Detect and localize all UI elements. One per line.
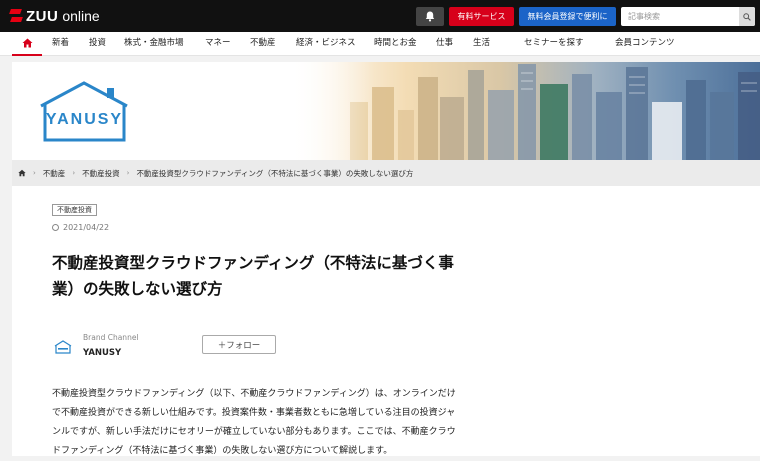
search-button[interactable] (739, 7, 755, 26)
nav-item-work[interactable]: 仕事 (436, 32, 453, 55)
article-lead: 不動産投資型クラウドファンディング（以下、不動産クラウドファンディング）は、オン… (52, 385, 530, 461)
logo-sub-text: online (62, 8, 100, 24)
article-lead-line: 不動産投資型クラウドファンディング（以下、不動産クラウドファンディング）は、オン… (52, 389, 456, 399)
nav-item-seminar[interactable]: セミナーを探す (524, 32, 584, 55)
free-register-button[interactable]: 無料会員登録で便利に (519, 7, 616, 26)
category-tag[interactable]: 不動産投資 (52, 204, 97, 216)
article-lead-line: ンルですが、新しい手法だけにセオリーが確立していない部分もあります。ここでは、不… (52, 427, 456, 437)
nav-item-members[interactable]: 会員コンテンツ (615, 32, 675, 55)
chevron-right-icon: › (33, 169, 36, 177)
follow-button[interactable]: ＋フォロー (202, 335, 276, 354)
nav-item-money[interactable]: マネー (205, 32, 231, 55)
chevron-right-icon: › (126, 169, 130, 177)
logo-text: ZUU (26, 7, 59, 25)
article-title: 不動産投資型クラウドファンディング（不特法に基づく事 業）の失敗しない選び方 (52, 250, 532, 302)
brand-name[interactable]: YANUSY (83, 348, 121, 358)
paid-service-button[interactable]: 有料サービス (449, 7, 514, 26)
skyline-graphic (290, 62, 760, 160)
chevron-right-icon: › (72, 169, 76, 177)
nav-home[interactable] (12, 32, 42, 56)
nav-item-life[interactable]: 生活 (473, 32, 490, 55)
nav-item-invest[interactable]: 投資 (89, 32, 106, 55)
breadcrumb-item-realestate[interactable]: 不動産 (43, 168, 66, 179)
clock-icon (52, 224, 59, 231)
search-icon (743, 12, 751, 21)
article-lead-line: で不動産投資ができる新しい仕組みです。投資案件数・事業者数ともに急増している注目… (52, 408, 456, 418)
nav-item-economy[interactable]: 経済・ビジネス (296, 32, 356, 55)
nav-item-realestate[interactable]: 不動産 (250, 32, 276, 55)
brand-banner: YANUSY (12, 62, 760, 160)
home-icon (22, 38, 32, 48)
bell-icon (425, 11, 435, 22)
article-title-line-1: 不動産投資型クラウドファンディング（不特法に基づく事 (52, 254, 454, 272)
breadcrumb-item-realestate-invest[interactable]: 不動産投資 (82, 168, 120, 179)
site-logo[interactable]: ZUU online (10, 6, 100, 26)
yanusy-logo-text: YANUSY (45, 111, 124, 128)
home-icon[interactable] (18, 169, 26, 177)
article: 不動産投資 2021/04/22 不動産投資型クラウドファンディング（不特法に基… (12, 186, 760, 456)
nav-item-stocks[interactable]: 株式・金融市場 (124, 32, 184, 55)
brand-avatar-icon[interactable] (54, 340, 72, 354)
article-lead-line: ドファンディング（不特法に基づく事業）の失敗しない選び方について解説します。 (52, 446, 393, 456)
nav-item-time-money[interactable]: 時間とお金 (374, 32, 417, 55)
article-title-line-2: 業）の失敗しない選び方 (52, 280, 223, 298)
search-box (621, 7, 755, 26)
notification-button[interactable] (416, 7, 444, 26)
top-bar: ZUU online 有料サービス 無料会員登録で便利に (0, 0, 760, 32)
nav-item-new[interactable]: 新着 (52, 32, 69, 55)
search-input[interactable] (621, 7, 739, 26)
publish-date: 2021/04/22 (52, 223, 109, 232)
main-nav: 新着 投資 株式・金融市場 マネー 不動産 経済・ビジネス 時間とお金 仕事 生… (0, 32, 760, 56)
logo-mark-icon (10, 7, 22, 25)
breadcrumb: › 不動産 › 不動産投資 › 不動産投資型クラウドファンディング（不特法に基づ… (12, 160, 760, 186)
breadcrumb-item-current: 不動産投資型クラウドファンディング（不特法に基づく事業）の失敗しない選び方 (136, 168, 414, 178)
brand-channel-label: Brand Channel (83, 333, 139, 342)
publish-date-text: 2021/04/22 (63, 223, 110, 232)
city-skyline-image (290, 62, 760, 160)
yanusy-logo[interactable]: YANUSY (37, 80, 132, 146)
